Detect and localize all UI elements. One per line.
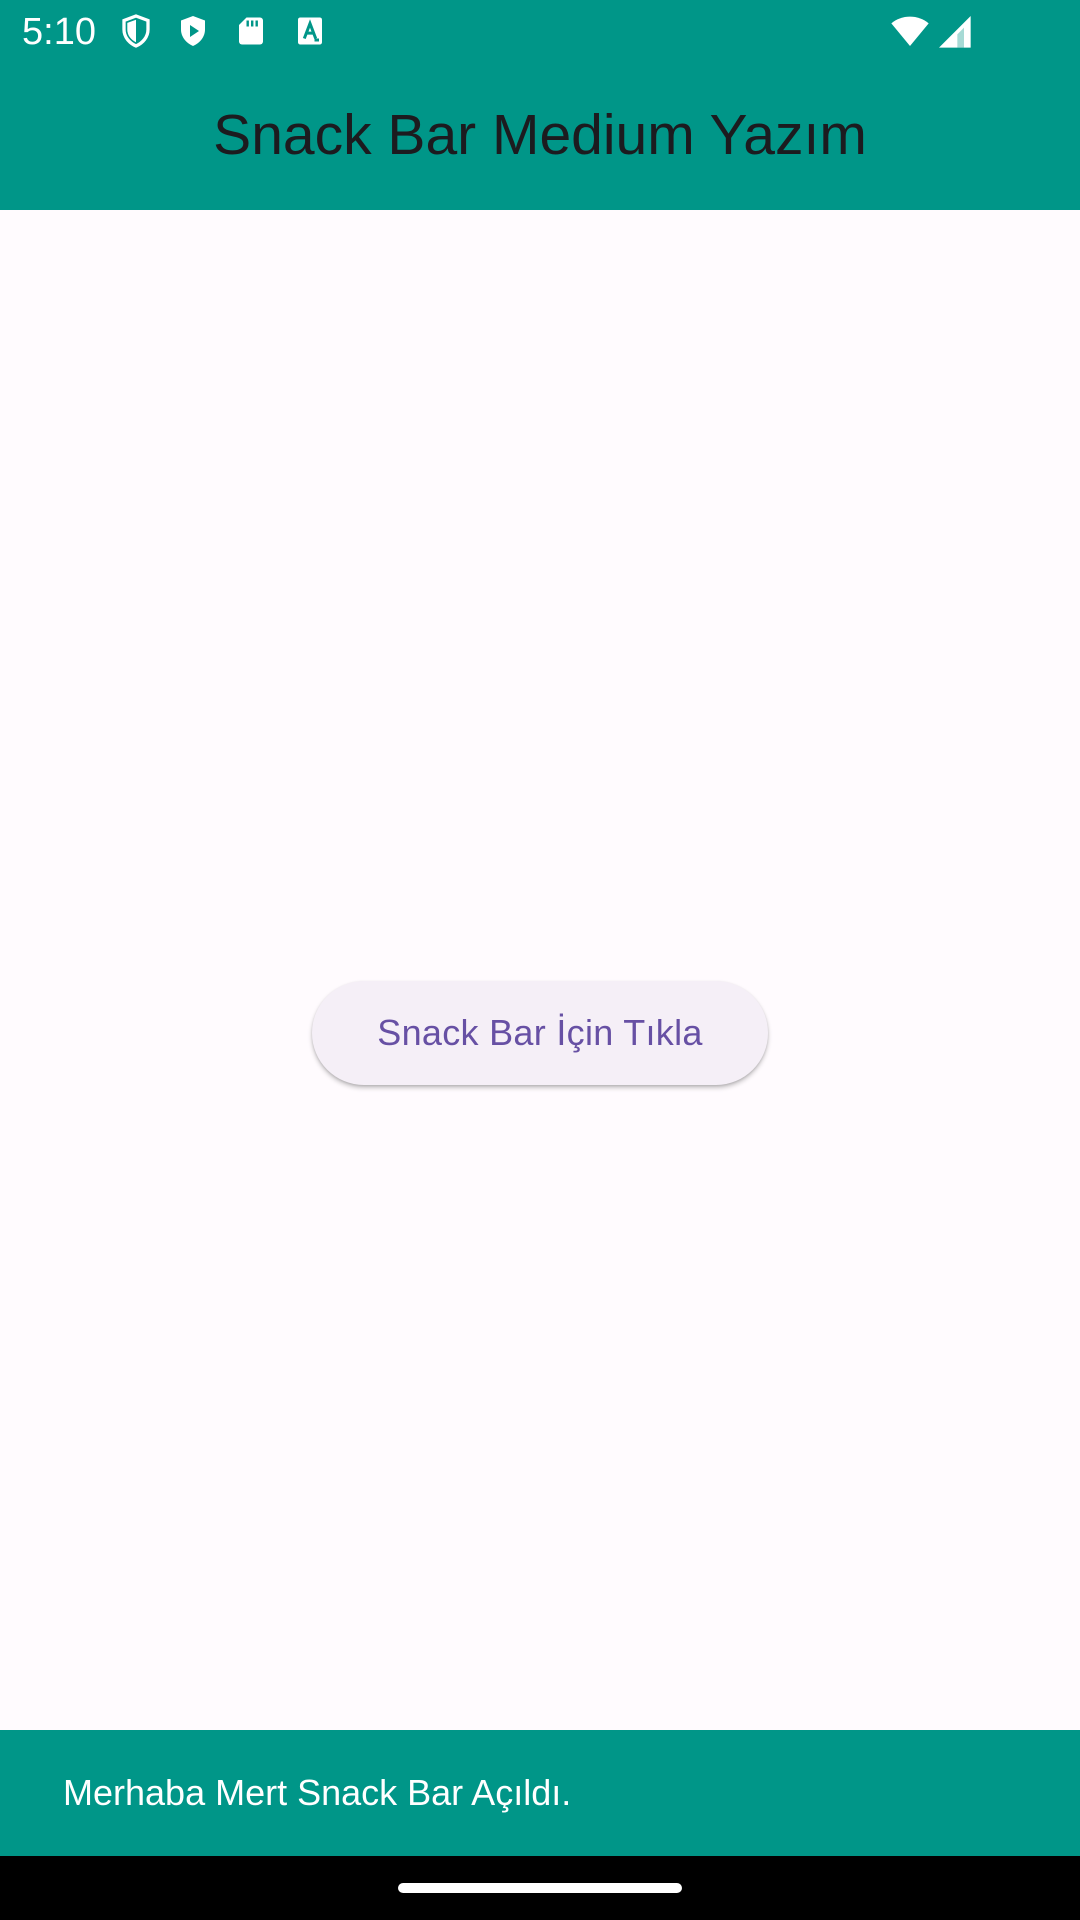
snackbar-message: Merhaba Mert Snack Bar Açıldı.	[63, 1772, 572, 1813]
main-content: Snack Bar İçin Tıkla	[0, 210, 1080, 1730]
shield-icon	[118, 13, 154, 49]
app-title: Snack Bar Medium Yazım	[213, 103, 867, 167]
play-store-icon	[175, 13, 211, 49]
home-gesture-handle[interactable]	[398, 1883, 682, 1893]
signal-icon	[934, 11, 974, 51]
wifi-icon	[890, 11, 930, 51]
font-a-icon	[292, 13, 328, 49]
status-time: 5:10	[22, 11, 96, 53]
show-snackbar-button[interactable]: Snack Bar İçin Tıkla	[312, 981, 768, 1085]
navigation-bar	[0, 1856, 1080, 1920]
app-bar: Snack Bar Medium Yazım	[0, 64, 1080, 210]
status-bar: 5:10	[0, 0, 1080, 64]
snackbar: Merhaba Mert Snack Bar Açıldı.	[0, 1730, 1080, 1856]
sd-card-icon	[233, 13, 269, 49]
show-snackbar-button-label: Snack Bar İçin Tıkla	[377, 1012, 703, 1053]
